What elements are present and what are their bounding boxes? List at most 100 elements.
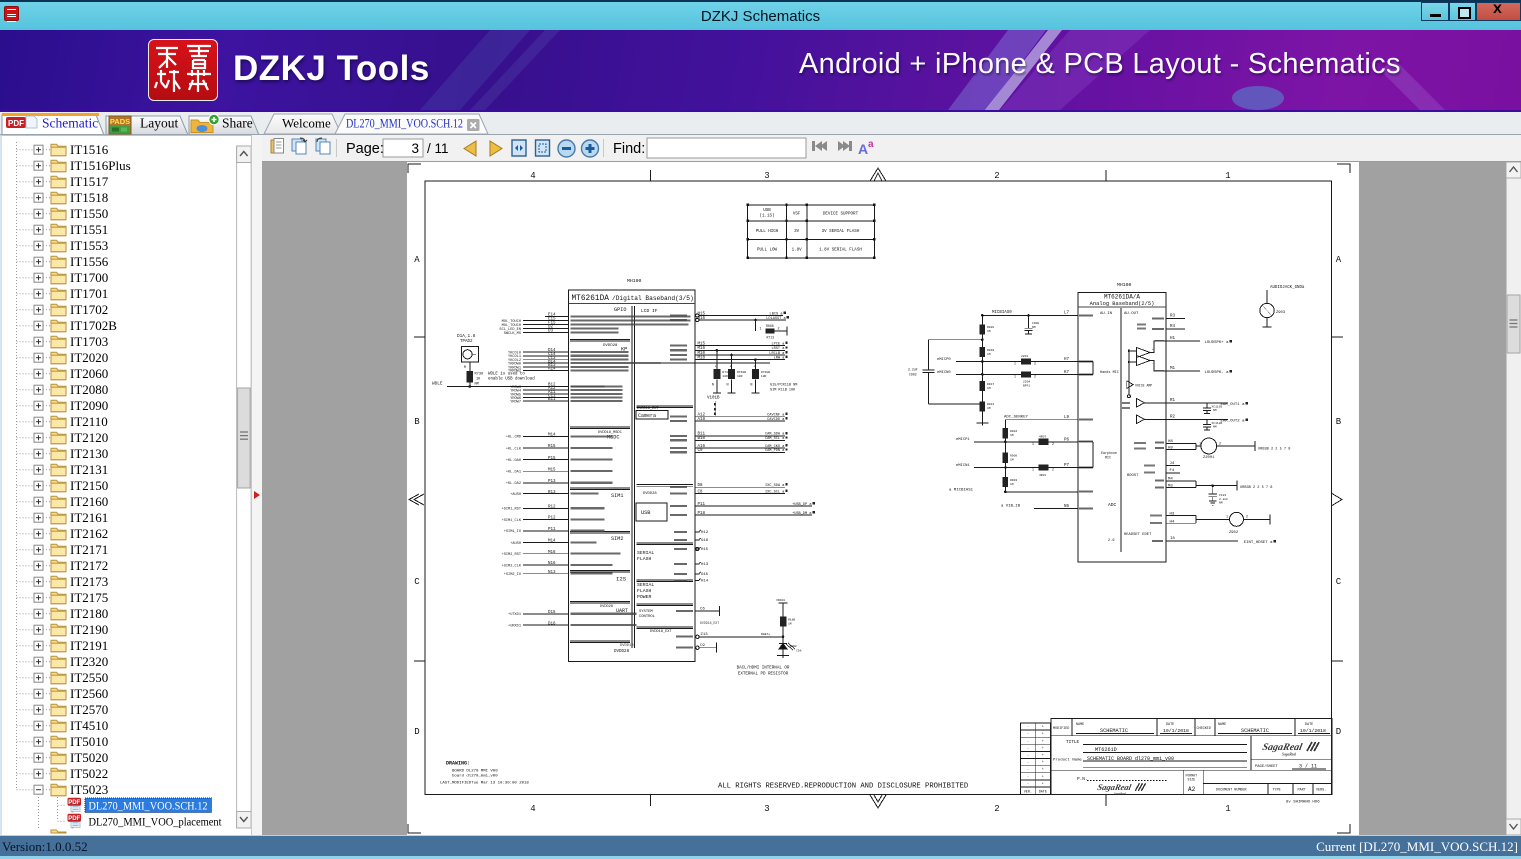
svg-text:R15: R15 [548,445,556,449]
svg-text:ALL RIGHTS RESERVED.REPRODUCTI: ALL RIGHTS RESERVED.REPRODUCTION AND DIS… [718,783,968,791]
svg-text:B10: B10 [698,437,706,441]
svg-text:A: A [858,141,868,157]
svg-text:H7: H7 [1064,358,1070,362]
svg-text:+: + [1042,747,1044,751]
svg-text:IT1516Plus: IT1516Plus [70,158,131,173]
svg-text:1M: 1M [1010,483,1014,486]
svg-text:H4: H4 [1170,521,1175,525]
svg-text:SCHEMATIC: SCHEMATIC [1100,728,1128,734]
svg-text:+URXD1: +URXD1 [508,624,521,628]
svg-text:M14: M14 [548,540,556,544]
svg-text:N: N [712,384,714,388]
svg-text:USB: USB [763,209,771,213]
svg-text:+SIM2_RST: +SIM2_RST [502,553,522,557]
svg-text:2.6: 2.6 [1108,539,1114,543]
svg-text:IXC_SCL a: IXC_SCL a [765,490,785,494]
svg-text:/ 11: / 11 [427,141,449,156]
svg-text:PDF: PDF [8,119,24,128]
svg-text:SagaReal: SagaReal [1097,782,1133,792]
svg-text:4: 4 [530,804,535,814]
svg-text:B: B [414,417,420,427]
svg-text:1: 1 [1032,442,1034,446]
svg-text:NM: NM [1032,326,1036,329]
svg-text:3: 3 [764,171,769,181]
svg-text:1.8V: 1.8V [792,249,803,253]
svg-text:1M: 1M [987,330,991,333]
svg-text:CAM_PDN a: CAM_PDN a [765,449,785,453]
svg-text:eMICN0: eMICN0 [937,371,951,375]
svg-text:A: A [414,255,420,265]
svg-text:N13: N13 [548,571,556,575]
svg-text:1: 1 [1014,362,1016,366]
svg-text:SERIAL: SERIAL [637,550,654,556]
svg-text:SIM R11B 10K: SIM R11B 10K [770,389,796,393]
svg-text:2.2uF: 2.2uF [908,368,918,372]
svg-text:M15: M15 [698,342,706,346]
svg-text:PADS: PADS [110,117,130,126]
svg-text:R919: R919 [987,349,994,352]
svg-text:TPAD2: TPAD2 [460,340,473,344]
svg-text:+: + [1042,761,1044,765]
svg-text:DEVICE SUPPORT: DEVICE SUPPORT [823,213,859,217]
svg-text:P18: P18 [698,512,706,516]
svg-text:A18: A18 [698,418,706,422]
svg-text:CAM_SDA a: CAM_SDA a [765,433,785,437]
svg-text:19/1/2018: 19/1/2018 [1163,728,1189,734]
svg-text:eMICN1: eMICN1 [956,464,970,468]
svg-text:Product Name: Product Name [1053,758,1082,763]
svg-text:10R: 10R [761,375,767,378]
svg-text:C: C [1336,577,1342,587]
svg-text:-: - [1027,761,1029,765]
svg-text:MT6261DA/A: MT6261DA/A [1104,294,1140,301]
svg-text:+KL.CMD: +KL.CMD [506,436,521,440]
svg-text:LOUDSPK+ a: LOUDSPK+ a [1204,341,1229,345]
svg-text:URB3B 2 2 5 7 8: URB3B 2 2 5 7 8 [1240,486,1272,490]
svg-text:L9: L9 [1064,416,1070,420]
svg-text:R1: R1 [1170,399,1176,403]
svg-text:IT2090: IT2090 [70,398,108,413]
svg-text:+SIM1_CLK: +SIM1_CLK [502,519,522,523]
svg-text:MIC: MIC [1105,456,1111,460]
svg-text:IT4510: IT4510 [70,718,108,733]
svg-text:HEADSET EDET: HEADSET EDET [1124,533,1152,537]
svg-text:1: 1 [1225,171,1230,181]
svg-text:GPIO: GPIO [614,307,626,313]
svg-text:a: a [868,139,874,150]
svg-text:-: - [1027,782,1029,786]
svg-text:A2: A2 [1188,786,1196,793]
svg-text:3V SERIAL FLASH: 3V SERIAL FLASH [822,230,860,234]
svg-text:4R01: 4R01 [1039,474,1046,477]
svg-text:R2: R2 [1170,415,1176,419]
svg-text:LRCLB a: LRCLB a [769,352,785,356]
svg-text:M18: M18 [698,356,706,360]
svg-text:Analog Baseband(2/5): Analog Baseband(2/5) [1090,301,1155,307]
svg-text:D16: D16 [548,622,556,626]
svg-text:Z903: Z903 [1276,311,1286,315]
svg-text:DVDD28: DVDD28 [614,650,630,654]
svg-text:VDD28: VDD28 [776,599,785,602]
svg-text:+: + [1042,775,1044,779]
svg-text:NM: NM [475,383,479,387]
svg-text:+AUSH: +AUSH [510,493,521,497]
svg-text:2: 2 [1034,375,1036,379]
svg-text:POWER: POWER [637,594,652,600]
svg-text:+SIM1_IO: +SIM1_IO [504,530,521,534]
svg-text:TITLE: TITLE [1066,740,1080,745]
svg-text:K7: K7 [1064,371,1070,375]
svg-text:Schematic: Schematic [42,116,98,131]
svg-text:A: A [1336,255,1342,265]
svg-text:P11: P11 [548,528,556,532]
svg-text:IT2570: IT2570 [70,702,108,717]
svg-text:+: + [1042,782,1044,786]
svg-text:IT2173: IT2173 [70,574,108,589]
svg-text:P12: P12 [548,517,556,521]
svg-text:1.8V SERIAL FLASH: 1.8V SERIAL FLASH [819,249,862,253]
svg-text:2: 2 [1034,362,1036,366]
svg-text:P13: P13 [548,480,556,484]
svg-text:M18B: M18B [788,619,795,622]
svg-text:M16: M16 [698,347,706,351]
svg-text:+AUSH: +AUSH [510,542,521,546]
svg-text:2201: 2201 [1021,355,1028,358]
svg-text:SCHEMATIC: SCHEMATIC [1241,728,1269,734]
svg-text:G15: G15 [701,573,709,577]
